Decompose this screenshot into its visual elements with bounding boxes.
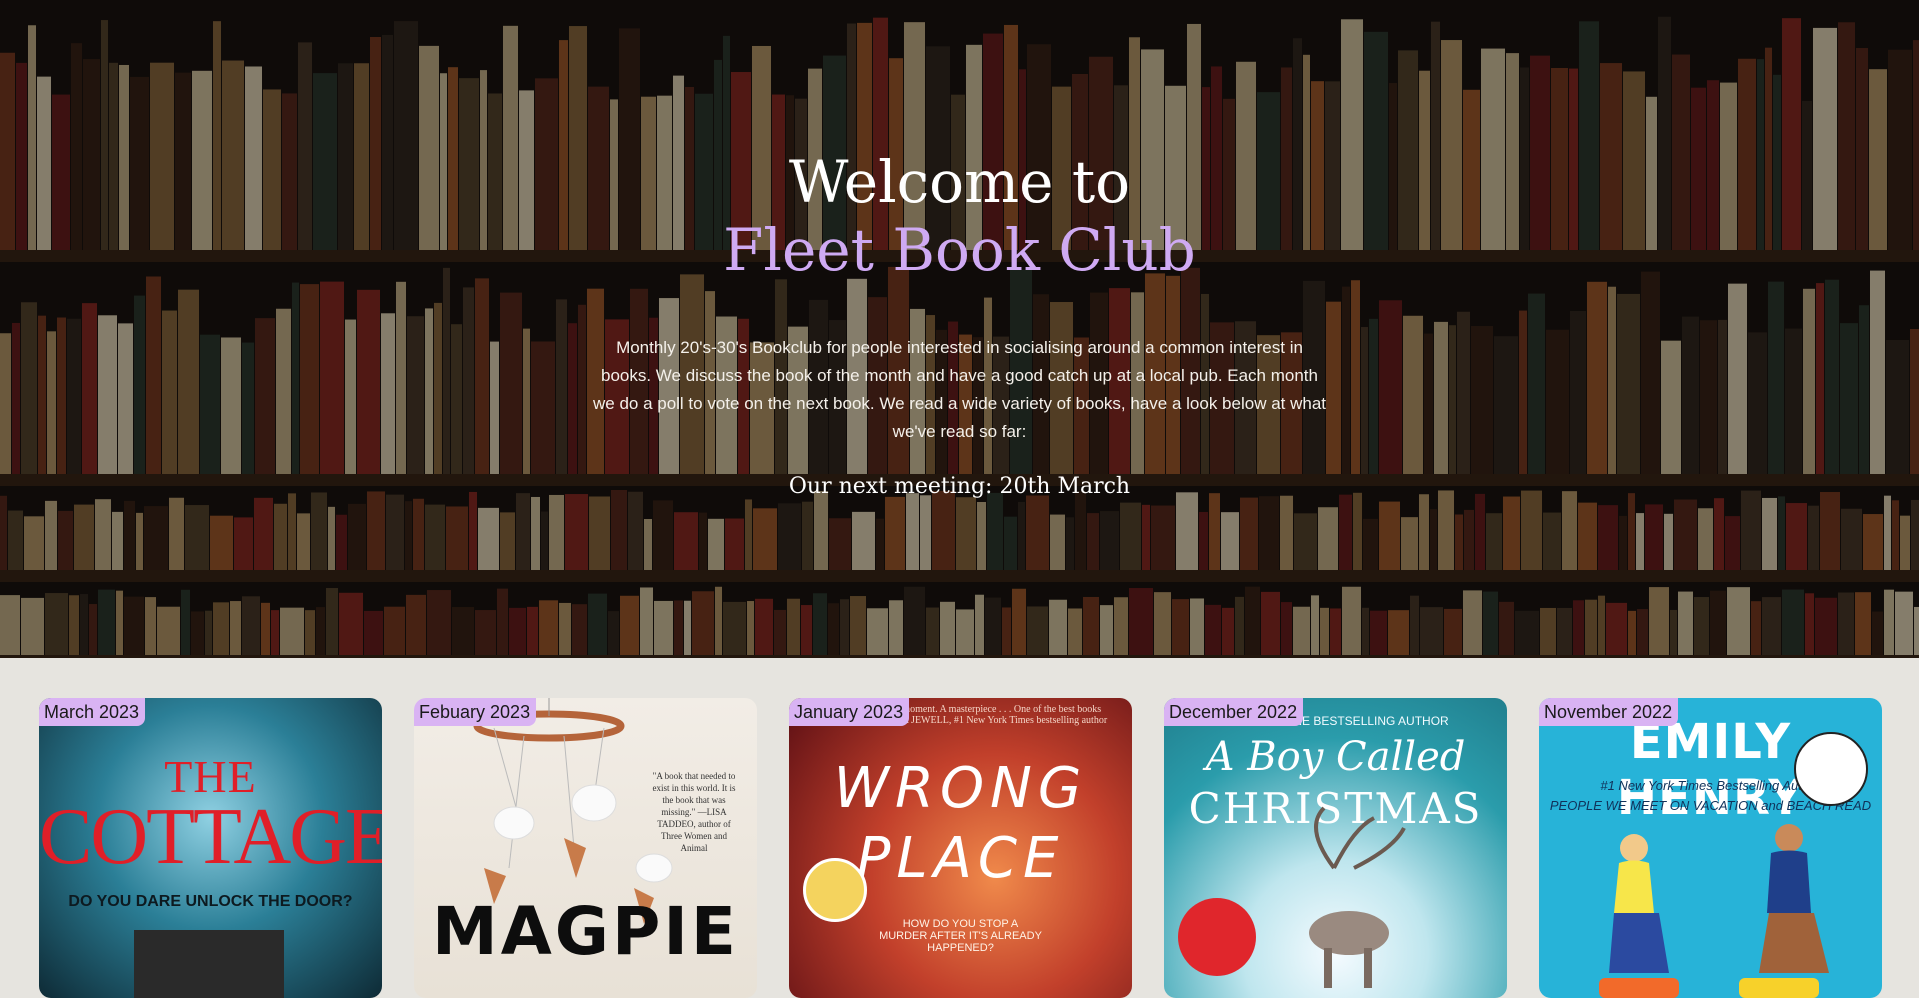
book-date-badge: December 2022 bbox=[1164, 698, 1304, 726]
hero-section: Welcome to Fleet Book Club Monthly 20's-… bbox=[0, 0, 1919, 658]
believe-badge-icon bbox=[1178, 898, 1256, 976]
book-date-badge: Febuary 2023 bbox=[414, 698, 537, 726]
readers-illustration bbox=[1599, 824, 1829, 998]
club-description: Monthly 20's-30's Bookclub for people in… bbox=[592, 338, 1327, 441]
book-card[interactable]: Febuary 2023 "A book that needed to exis… bbox=[414, 698, 757, 998]
book-date-badge: January 2023 bbox=[789, 698, 910, 726]
cover-tagline: DO YOU DARE UNLOCK THE DOOR? bbox=[68, 893, 353, 910]
hero-title: Welcome to bbox=[788, 148, 1131, 216]
cottage-illustration bbox=[134, 930, 284, 998]
book-card[interactable]: March 2023 THE COTTAGE DO YOU DARE UNLOC… bbox=[39, 698, 382, 998]
book-club-badge-icon bbox=[803, 858, 867, 922]
cover-title-line: WRONG bbox=[833, 756, 1088, 821]
hero-content: Welcome to Fleet Book Club Monthly 20's-… bbox=[0, 148, 1919, 499]
book-cover-image[interactable]: EMILY HENRY #1 New York Times Bestsellin… bbox=[1539, 698, 1882, 998]
cover-title-line: MAGPIE bbox=[432, 893, 739, 970]
book-cover-image[interactable]: ...every word, every moment. A masterpie… bbox=[789, 698, 1132, 998]
book-card[interactable]: November 2022 EMILY HENRY #1 New York Ti… bbox=[1539, 698, 1882, 998]
cover-title-line: COTTAGE bbox=[39, 793, 382, 881]
book-card[interactable]: December 2022 ONE BESTSELLING AUTHOR A B… bbox=[1164, 698, 1507, 998]
book-card[interactable]: January 2023 ...every word, every moment… bbox=[789, 698, 1132, 998]
cover-quote: "A book that needed to exist in this wor… bbox=[652, 771, 736, 853]
club-name: Fleet Book Club bbox=[723, 216, 1196, 284]
book-cover-image[interactable]: THE COTTAGE DO YOU DARE UNLOCK THE DOOR? bbox=[39, 698, 382, 998]
book-cards-list: March 2023 THE COTTAGE DO YOU DARE UNLOC… bbox=[39, 698, 1882, 998]
book-cover-image[interactable]: ONE BESTSELLING AUTHOR A Boy Called CHRI… bbox=[1164, 698, 1507, 998]
book-date-badge: March 2023 bbox=[39, 698, 146, 726]
book-cover-image[interactable]: "A book that needed to exist in this wor… bbox=[414, 698, 757, 998]
next-meeting-text: Our next meeting: 20th March bbox=[788, 474, 1131, 499]
book-date-badge: November 2022 bbox=[1539, 698, 1679, 726]
cover-tagline: HOW DO YOU STOP A MURDER AFTER IT'S ALRE… bbox=[879, 918, 1042, 954]
